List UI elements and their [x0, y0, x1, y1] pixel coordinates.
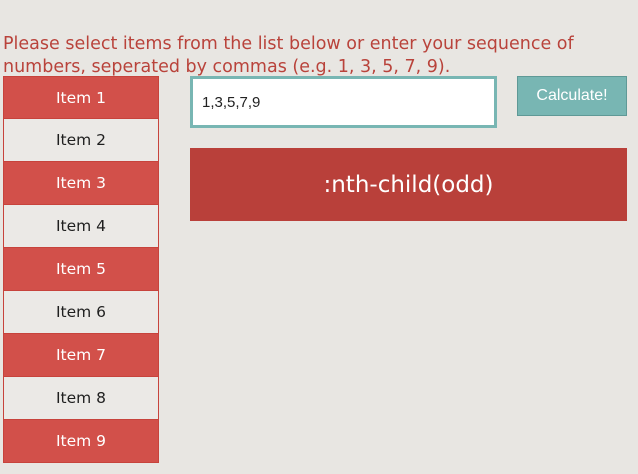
- list-item-1[interactable]: Item 1: [3, 76, 159, 119]
- list-item-label: Item 5: [55, 260, 107, 278]
- list-item-label: Item 7: [55, 346, 107, 364]
- list-item-8[interactable]: Item 8: [3, 377, 159, 420]
- list-item-label: Item 9: [55, 432, 107, 450]
- list-item-label: Item 6: [55, 303, 107, 321]
- list-item-label: Item 3: [55, 174, 107, 192]
- list-item-2[interactable]: Item 2: [3, 119, 159, 162]
- item-list: Item 1 Item 2 Item 3 Item 4 Item 5 Item …: [3, 76, 159, 463]
- list-item-6[interactable]: Item 6: [3, 291, 159, 334]
- calculate-button[interactable]: Calculate!: [517, 76, 627, 116]
- list-item-label: Item 2: [55, 131, 107, 149]
- list-item-label: Item 8: [55, 389, 107, 407]
- result-text: :nth-child(odd): [323, 171, 494, 198]
- sequence-input[interactable]: [190, 76, 497, 128]
- list-item-9[interactable]: Item 9: [3, 420, 159, 463]
- list-item-5[interactable]: Item 5: [3, 248, 159, 291]
- list-item-label: Item 4: [55, 217, 107, 235]
- result-display: :nth-child(odd): [190, 148, 627, 221]
- instructions-text: Please select items from the list below …: [3, 33, 574, 77]
- list-item-3[interactable]: Item 3: [3, 162, 159, 205]
- list-item-4[interactable]: Item 4: [3, 205, 159, 248]
- list-item-label: Item 1: [55, 88, 107, 107]
- list-item-7[interactable]: Item 7: [3, 334, 159, 377]
